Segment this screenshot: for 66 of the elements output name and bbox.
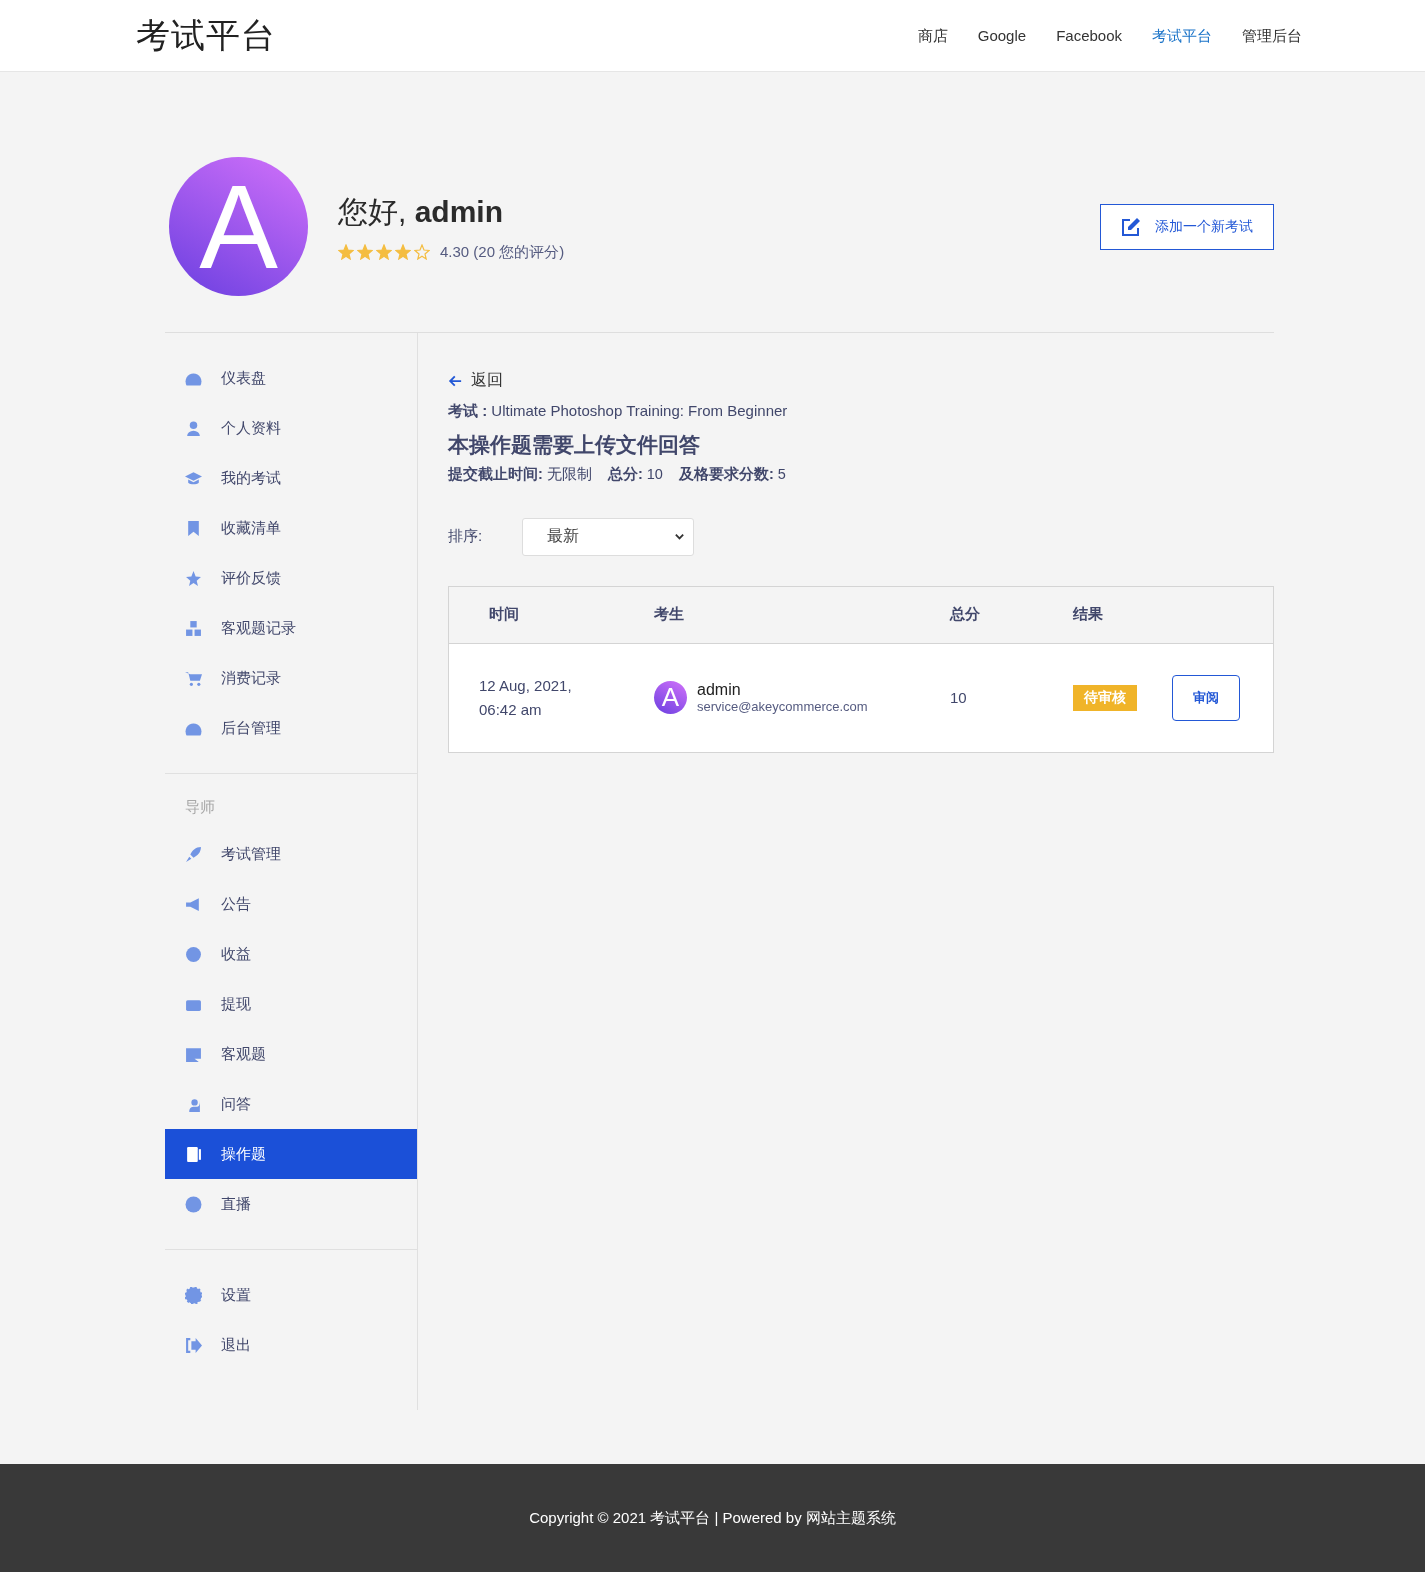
sidebar-item[interactable]: 设置 [165, 1270, 417, 1320]
greeting: 您好, admin [338, 193, 505, 230]
student-email: service@akeycommerce.com [697, 699, 868, 714]
review-button[interactable]: 审阅 [1172, 674, 1240, 721]
status-badge: 待审核 [1073, 684, 1137, 711]
shapes-icon [185, 619, 202, 637]
sort-dropdown[interactable]: 最新 [522, 517, 694, 556]
copyright-text: Copyright © 2021 考试平台 | Powered by 网站主题系统 [529, 1508, 896, 1528]
megaphone-icon [185, 895, 202, 913]
avatar: A [169, 157, 308, 296]
star-icon [395, 244, 411, 260]
nav-link[interactable]: Facebook [1056, 26, 1122, 46]
sidebar-item[interactable]: 个人资料 [165, 403, 417, 453]
nav-link[interactable]: 管理后台 [1242, 26, 1302, 46]
nav-link[interactable]: 考试平台 [1152, 26, 1212, 46]
sidebar-item[interactable]: 问答 [165, 1079, 417, 1129]
sidebar-item[interactable]: 直播 [165, 1179, 417, 1229]
arrow-left-icon [448, 373, 462, 388]
sidebar-item[interactable]: 客观题 [165, 1029, 417, 1079]
column-header: 总分 [950, 605, 981, 624]
nav-link[interactable]: 商店 [917, 26, 948, 46]
empty-star-icon [414, 244, 430, 260]
sidebar-item[interactable]: 考试管理 [165, 829, 417, 879]
sidebar-item[interactable]: 提现 [165, 979, 417, 1029]
student-name: admin [697, 681, 742, 699]
back-link[interactable]: 返回 [448, 370, 503, 391]
graduation-cap-icon [185, 469, 202, 487]
edit-icon [1121, 216, 1141, 237]
table-cell-text: 10 [950, 689, 968, 706]
sidebar-item[interactable]: 公告 [165, 879, 417, 929]
bookmark-icon [185, 519, 202, 537]
star-icon [376, 244, 392, 260]
sidebar-item[interactable]: 收益 [165, 929, 417, 979]
column-header: 结果 [1073, 605, 1104, 624]
nav-link[interactable]: Google [977, 26, 1027, 46]
column-header: 考生 [654, 605, 685, 624]
star-icon [338, 244, 354, 260]
assignment-title: 本操作题需要上传文件回答 [448, 431, 701, 458]
site-logo[interactable]: 考试平台 [136, 13, 276, 59]
section-heading: 导师 [184, 797, 216, 817]
sidebar-item[interactable]: 操作题 [165, 1129, 417, 1179]
meta-text: 及格要求分数: 5 [678, 464, 786, 484]
cart-icon [185, 669, 202, 687]
add-exam-button[interactable]: 添加一个新考试 [1100, 203, 1274, 250]
column-header: 时间 [488, 605, 520, 624]
sidebar-item[interactable]: 评价反馈 [165, 553, 417, 603]
avatar: A [654, 681, 687, 714]
sidebar-item[interactable]: 收藏清单 [165, 503, 417, 553]
sidebar-item[interactable]: 退出 [165, 1320, 417, 1370]
sort-label: 排序: [448, 527, 484, 546]
sign-out-icon [185, 1336, 202, 1354]
sidebar-item[interactable]: 我的考试 [165, 453, 417, 503]
user-icon [185, 419, 202, 437]
rating-text: 4.30 (20 您的评分) [440, 242, 565, 262]
sidebar-item[interactable]: 后台管理 [165, 703, 417, 753]
chevron-down-icon [674, 531, 685, 542]
exam-name: 考试 : Ultimate Photoshop Training: From Beginner [448, 401, 789, 421]
table-cell-text: 12 Aug, 2021, 06:42 am [478, 675, 573, 720]
meta-text: 提交截止时间: 无限制 [448, 464, 592, 484]
sidebar-item[interactable]: 仪表盘 [165, 353, 417, 403]
meta-text: 总分: 10 [607, 464, 663, 484]
star-icon [357, 244, 373, 260]
gear-icon [185, 1286, 202, 1304]
sidebar-item[interactable]: 客观题记录 [165, 603, 417, 653]
star-icon [185, 569, 202, 587]
sidebar-item[interactable]: 消费记录 [165, 653, 417, 703]
